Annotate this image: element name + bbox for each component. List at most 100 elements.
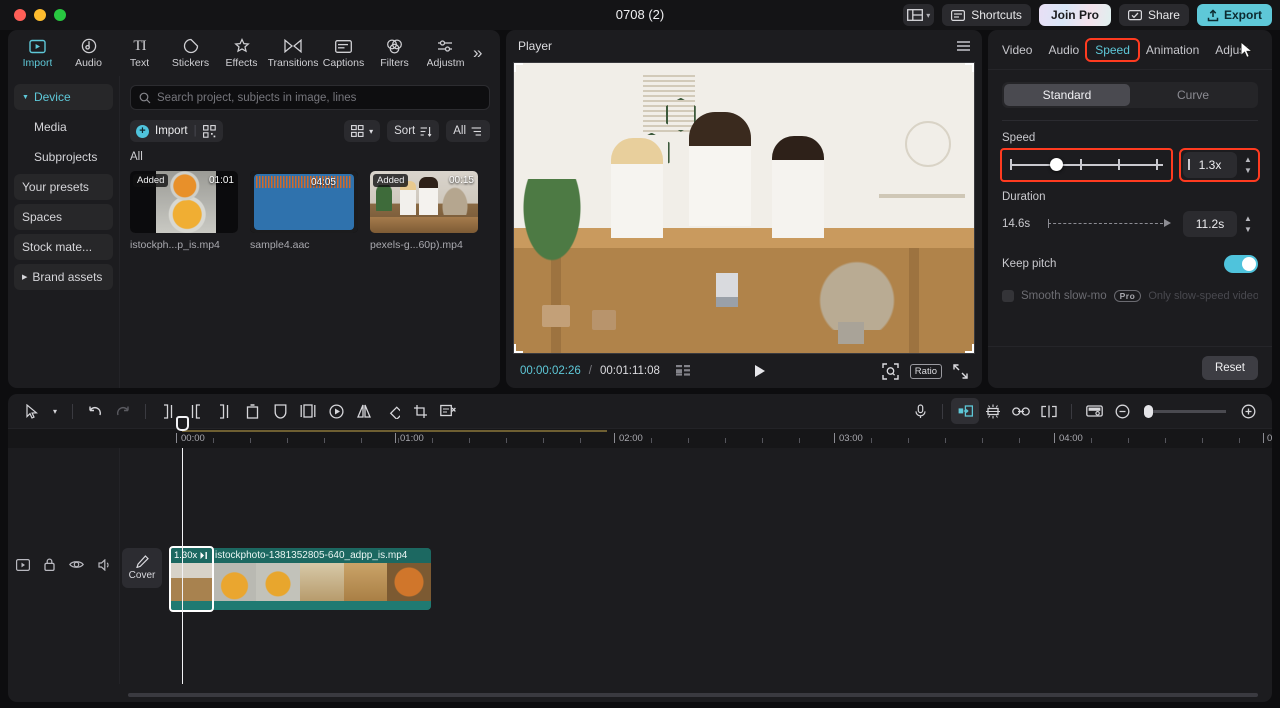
hide-track-button[interactable] <box>69 559 84 570</box>
crop-button[interactable] <box>406 398 434 424</box>
trim-right-button[interactable] <box>210 398 238 424</box>
speed-stepper[interactable]: ▲ ▼ <box>1240 155 1256 175</box>
tool-stickers[interactable]: Stickers <box>165 31 216 75</box>
timeline-zoom-slider[interactable] <box>1144 404 1226 418</box>
undo-button[interactable] <box>81 398 109 424</box>
sidebar-item-subprojects[interactable]: Subprojects <box>14 144 113 170</box>
media-thumbnail[interactable]: 04:05 <box>250 171 358 233</box>
media-thumbnail[interactable]: Added 00:15 <box>370 171 478 233</box>
filter-button[interactable]: All <box>446 120 490 142</box>
speed-mode-curve[interactable]: Curve <box>1130 84 1256 106</box>
window-controls[interactable] <box>14 9 66 21</box>
mute-track-button[interactable] <box>98 558 112 571</box>
cover-button[interactable]: Cover <box>122 548 162 588</box>
media-thumbnail[interactable]: Added 01:01 <box>130 171 238 233</box>
thumbnail-view-button[interactable] <box>1080 398 1108 424</box>
stepper-down-icon[interactable]: ▼ <box>1244 225 1252 234</box>
tool-transitions[interactable]: Transitions <box>267 31 318 75</box>
stepper-down-icon[interactable]: ▼ <box>1244 166 1252 175</box>
snap-button[interactable] <box>1035 398 1063 424</box>
sidebar-item-stock-materials[interactable]: Stock mate... <box>14 234 113 260</box>
duration-stepper[interactable]: ▲ ▼ <box>1240 214 1256 234</box>
tab-speed[interactable]: Speed <box>1085 37 1140 62</box>
tool-captions[interactable]: Captions <box>318 31 369 75</box>
freeze-frame-button[interactable] <box>294 398 322 424</box>
stepper-up-icon[interactable]: ▲ <box>1244 155 1252 164</box>
media-tile-1[interactable]: 04:05 sample4.aac <box>250 171 358 251</box>
play-button[interactable] <box>754 365 765 377</box>
record-voiceover-button[interactable] <box>906 398 934 424</box>
tab-audio[interactable]: Audio <box>1040 40 1087 60</box>
lock-track-button[interactable] <box>44 558 55 571</box>
sidebar-item-your-presets[interactable]: Your presets <box>14 174 113 200</box>
sort-button[interactable]: Sort <box>387 120 440 142</box>
hamburger-icon[interactable] <box>957 41 970 51</box>
zoom-fit-icon[interactable] <box>882 362 899 380</box>
remove-caption-button[interactable] <box>434 398 462 424</box>
speed-value-field[interactable]: 1.3x <box>1183 152 1237 178</box>
tool-import[interactable]: Import <box>12 31 63 75</box>
delete-button[interactable] <box>238 398 266 424</box>
close-window-button[interactable] <box>14 9 26 21</box>
search-bar[interactable] <box>130 85 490 110</box>
timeline-zoom-knob[interactable] <box>1144 404 1153 418</box>
media-tile-0[interactable]: Added 01:01 istockph...p_is.mp4 <box>130 171 238 251</box>
select-tool[interactable] <box>18 398 46 424</box>
speed-slider[interactable] <box>1000 148 1190 182</box>
magnetic-snap-button[interactable] <box>979 398 1007 424</box>
share-button[interactable]: Share <box>1118 4 1189 26</box>
sidebar-item-device[interactable]: ▼ Device <box>14 84 113 110</box>
crop-handle-bottom-left[interactable] <box>514 344 523 353</box>
speed-mode-segmented[interactable]: Standard Curve <box>1002 82 1258 108</box>
sidebar-item-brand-assets[interactable]: ▶ Brand assets <box>14 264 113 290</box>
crop-handle-top-right[interactable] <box>965 63 974 72</box>
redo-button[interactable] <box>109 398 137 424</box>
search-input[interactable] <box>157 91 481 104</box>
zoom-in-button[interactable] <box>1234 398 1262 424</box>
tab-video[interactable]: Video <box>994 40 1040 60</box>
player-stage[interactable] <box>513 62 975 354</box>
minimize-window-button[interactable] <box>34 9 46 21</box>
track-type-icon[interactable] <box>16 558 30 571</box>
timeline-clip[interactable]: istockphoto-1381352805-640_adpp_is.mp4 1… <box>169 548 431 610</box>
reverse-button[interactable] <box>322 398 350 424</box>
speed-value-group[interactable]: 1.3x ▲ ▼ <box>1179 148 1260 182</box>
layout-button[interactable]: ▾ <box>903 4 935 26</box>
view-mode-button[interactable]: ▾ <box>344 120 381 142</box>
mask-button[interactable] <box>266 398 294 424</box>
sidebar-item-media[interactable]: Media <box>14 114 113 140</box>
auto-fit-button[interactable] <box>951 398 979 424</box>
zoom-out-button[interactable] <box>1108 398 1136 424</box>
tool-effects[interactable]: Effects <box>216 31 267 75</box>
reset-button[interactable]: Reset <box>1201 355 1258 380</box>
shortcuts-button[interactable]: Shortcuts <box>942 4 1031 26</box>
speed-mode-standard[interactable]: Standard <box>1004 84 1130 106</box>
rotate-button[interactable] <box>378 398 406 424</box>
playhead[interactable] <box>176 416 189 684</box>
mirror-button[interactable] <box>350 398 378 424</box>
timeline-ruler[interactable]: 00:00 01:00 02:00 03:00 04:00 0 <box>8 428 1272 448</box>
tab-animation[interactable]: Animation <box>1138 40 1207 60</box>
chevron-double-right-icon[interactable]: » <box>473 43 482 63</box>
playhead-handle[interactable] <box>176 416 189 431</box>
fullscreen-icon[interactable] <box>953 363 968 379</box>
export-button[interactable]: Export <box>1196 4 1272 26</box>
crop-handle-bottom-right[interactable] <box>965 344 974 353</box>
smooth-slowmo-checkbox[interactable] <box>1002 290 1014 302</box>
tool-text[interactable]: TI Text <box>114 31 165 75</box>
timeline-horizontal-scrollbar[interactable] <box>128 693 1258 697</box>
media-tile-2[interactable]: Added 00:15 pexels-g...60p).mp4 <box>370 171 478 251</box>
duration-value-field[interactable]: 11.2s <box>1183 211 1237 237</box>
tool-adjustment[interactable]: Adjustm <box>420 31 471 75</box>
crop-handle-top-left[interactable] <box>514 63 523 72</box>
stepper-up-icon[interactable]: ▲ <box>1244 214 1252 223</box>
sidebar-item-spaces[interactable]: Spaces <box>14 204 113 230</box>
import-media-button[interactable]: + Import | <box>130 120 223 142</box>
duration-value-group[interactable]: 11.2s ▲ ▼ <box>1181 209 1258 239</box>
tool-audio[interactable]: Audio <box>63 31 114 75</box>
keep-pitch-toggle[interactable] <box>1224 255 1258 273</box>
speed-slider-knob[interactable] <box>1050 158 1063 171</box>
link-clips-button[interactable] <box>1007 398 1035 424</box>
maximize-window-button[interactable] <box>54 9 66 21</box>
tool-filters[interactable]: Filters <box>369 31 420 75</box>
